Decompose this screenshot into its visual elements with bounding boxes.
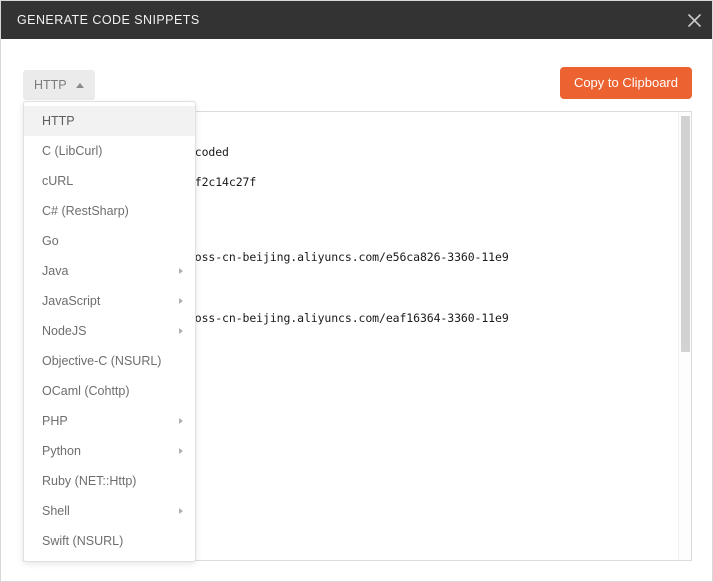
dropdown-item-curl[interactable]: cURL	[24, 166, 195, 196]
chevron-right-icon	[179, 328, 183, 334]
chevron-right-icon	[179, 508, 183, 514]
dropdown-item-objective-c-nsurl[interactable]: Objective-C (NSURL)	[24, 346, 195, 376]
close-icon	[687, 13, 702, 28]
dropdown-item-ocaml-cohttp[interactable]: OCaml (Cohttp)	[24, 376, 195, 406]
dropdown-item-c-libcurl[interactable]: C (LibCurl)	[24, 136, 195, 166]
chevron-right-icon	[179, 268, 183, 274]
dropdown-item-java[interactable]: Java	[24, 256, 195, 286]
language-select-button[interactable]: HTTP	[23, 70, 95, 100]
dropdown-item-nodejs[interactable]: NodeJS	[24, 316, 195, 346]
dropdown-item-label: HTTP	[42, 114, 75, 128]
caret-up-icon	[75, 82, 84, 88]
dropdown-item-shell[interactable]: Shell	[24, 496, 195, 526]
dropdown-item-label: OCaml (Cohttp)	[42, 384, 130, 398]
dropdown-item-label: Objective-C (NSURL)	[42, 354, 162, 368]
code-scrollbar[interactable]	[678, 112, 691, 560]
dropdown-item-label: Python	[42, 444, 81, 458]
language-dropdown-menu[interactable]: HTTP C (LibCurl) cURL C# (RestSharp) Go Java J…	[23, 101, 196, 562]
generate-code-snippets-modal: GENERATE CODE SNIPPETS HTTP Copy to Clip…	[0, 0, 713, 582]
dropdown-item-label: cURL	[42, 174, 74, 188]
language-select-label: HTTP	[34, 78, 67, 92]
dropdown-item-python[interactable]: Python	[24, 436, 195, 466]
chevron-right-icon	[179, 418, 183, 424]
dropdown-item-label: Shell	[42, 504, 70, 518]
dropdown-item-swift-nsurl[interactable]: Swift (NSURL)	[24, 526, 195, 556]
dropdown-item-c-restsharp[interactable]: C# (RestSharp)	[24, 196, 195, 226]
dropdown-item-go[interactable]: Go	[24, 226, 195, 256]
chevron-right-icon	[179, 448, 183, 454]
dropdown-item-label: JavaScript	[42, 294, 101, 308]
dropdown-item-label: Ruby (NET::Http)	[42, 474, 137, 488]
page-title: GENERATE CODE SNIPPETS	[17, 13, 200, 27]
dropdown-item-label: NodeJS	[42, 324, 87, 338]
chevron-right-icon	[179, 298, 183, 304]
modal-body: HTTP Copy to Clipboard nfo/saveBasic HTT…	[1, 39, 712, 581]
dropdown-item-ruby-net-http[interactable]: Ruby (NET::Http)	[24, 466, 195, 496]
dropdown-item-php[interactable]: PHP	[24, 406, 195, 436]
close-button[interactable]	[674, 1, 712, 39]
dropdown-item-javascript[interactable]: JavaScript	[24, 286, 195, 316]
modal-header: GENERATE CODE SNIPPETS	[1, 1, 712, 39]
dropdown-item-label: Swift (NSURL)	[42, 534, 124, 548]
copy-to-clipboard-button[interactable]: Copy to Clipboard	[559, 67, 692, 99]
dropdown-item-label: PHP	[42, 414, 68, 428]
code-scrollbar-thumb[interactable]	[681, 116, 690, 352]
dropdown-item-label: Go	[42, 234, 59, 248]
dropdown-item-label: Java	[42, 264, 69, 278]
dropdown-item-label: C# (RestSharp)	[42, 204, 129, 218]
dropdown-item-http[interactable]: HTTP	[24, 106, 195, 136]
dropdown-item-label: C (LibCurl)	[42, 144, 103, 158]
